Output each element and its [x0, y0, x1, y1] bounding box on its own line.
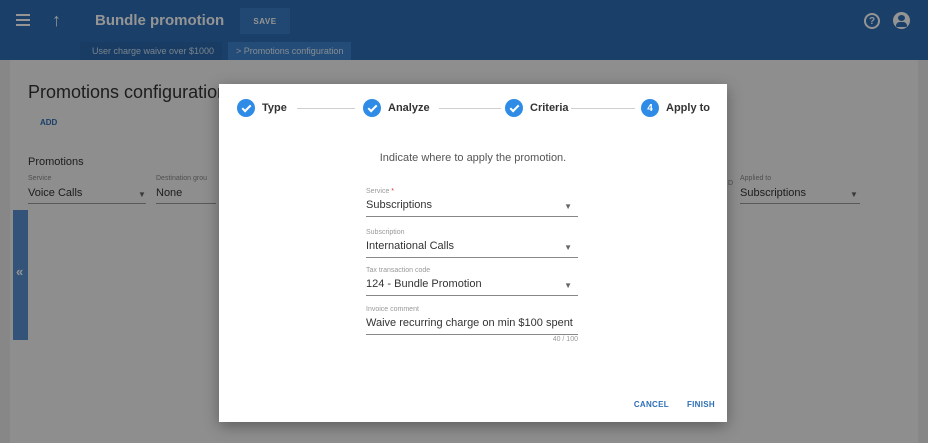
step-apply-to[interactable]: 4 Apply to: [641, 99, 710, 117]
field-underline: [366, 334, 578, 335]
promotion-wizard-dialog: Type Analyze Criteria 4 Apply to Indicat…: [219, 84, 727, 422]
subscription-select[interactable]: Subscription International Calls ▼: [366, 229, 578, 258]
check-icon: [505, 99, 523, 117]
wizard-stepper: Type Analyze Criteria 4 Apply to: [219, 84, 727, 134]
chevron-down-icon: ▼: [564, 243, 572, 252]
step-type[interactable]: Type: [237, 99, 287, 117]
step-label: Type: [262, 102, 287, 114]
required-mark: *: [391, 188, 395, 195]
step-label: Apply to: [666, 102, 710, 114]
field-underline: [366, 295, 578, 296]
cancel-button[interactable]: CANCEL: [634, 400, 669, 409]
subscription-select-value: International Calls: [366, 240, 455, 252]
field-underline: [366, 257, 578, 258]
field-underline: [366, 216, 578, 217]
finish-button[interactable]: FINISH: [687, 400, 715, 409]
chevron-down-icon: ▼: [564, 281, 572, 290]
step-connector: [571, 108, 635, 109]
dialog-actions: CANCEL FINISH: [634, 400, 715, 409]
tax-code-select[interactable]: Tax transaction code 124 - Bundle Promot…: [366, 267, 578, 296]
step-connector: [439, 108, 501, 109]
step-number-badge: 4: [641, 99, 659, 117]
subscription-select-label: Subscription: [366, 229, 405, 236]
step-analyze[interactable]: Analyze: [363, 99, 430, 117]
step-connector: [297, 108, 355, 109]
step-label: Criteria: [530, 102, 569, 114]
invoice-comment-field[interactable]: Invoice comment Waive recurring charge o…: [366, 306, 578, 335]
invoice-comment-label: Invoice comment: [366, 306, 419, 313]
dialog-instruction: Indicate where to apply the promotion.: [379, 152, 567, 164]
service-select-value: Subscriptions: [366, 199, 433, 211]
check-icon: [363, 99, 381, 117]
check-icon: [237, 99, 255, 117]
chevron-down-icon: ▼: [564, 202, 572, 211]
service-select[interactable]: Service * Subscriptions ▼: [366, 188, 578, 217]
character-counter: 40 / 100: [552, 336, 578, 343]
tax-code-select-value: 124 - Bundle Promotion: [366, 278, 482, 290]
service-select-label: Service *: [366, 188, 395, 195]
tax-code-select-label: Tax transaction code: [366, 267, 431, 274]
step-label: Analyze: [388, 102, 430, 114]
step-criteria[interactable]: Criteria: [505, 99, 569, 117]
invoice-comment-value[interactable]: Waive recurring charge on min $100 spent: [366, 316, 578, 330]
